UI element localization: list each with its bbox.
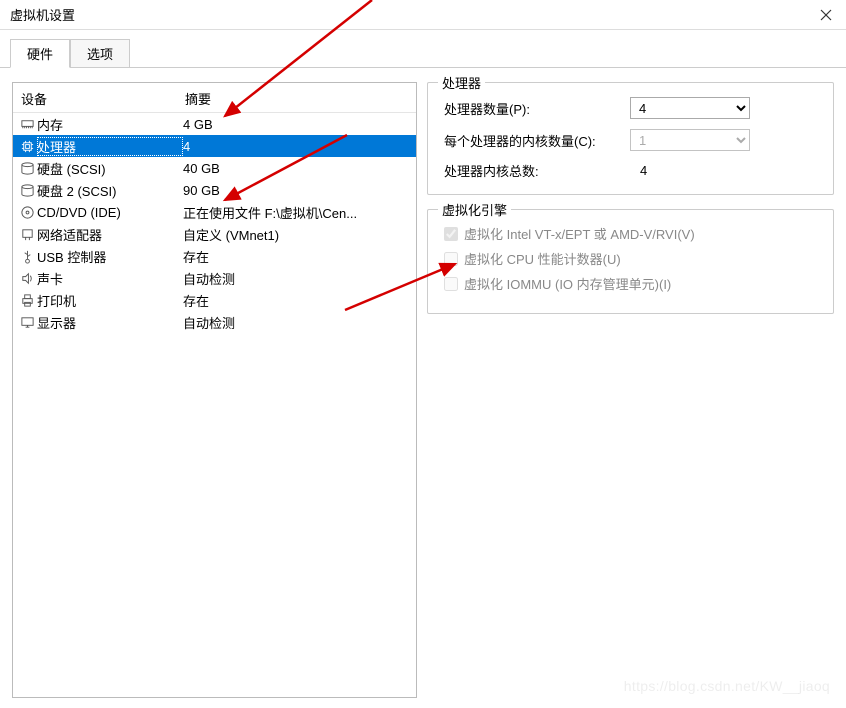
disk-icon xyxy=(17,161,37,176)
device-summary: 存在 xyxy=(183,247,410,266)
device-summary: 存在 xyxy=(183,291,410,310)
tab-options[interactable]: 选项 xyxy=(70,39,130,67)
device-name: 处理器 xyxy=(37,137,183,156)
processor-group-legend: 处理器 xyxy=(438,73,485,92)
processor-count-select[interactable]: 4 xyxy=(630,97,750,119)
device-name: 硬盘 2 (SCSI) xyxy=(37,181,183,200)
device-summary: 自动检测 xyxy=(183,269,410,288)
close-icon[interactable] xyxy=(816,5,836,25)
cores-per-processor-select[interactable]: 1 xyxy=(630,129,750,151)
device-row[interactable]: 网络适配器 自定义 (VMnet1) xyxy=(13,223,416,245)
device-row[interactable]: 打印机 存在 xyxy=(13,289,416,311)
device-row[interactable]: USB 控制器 存在 xyxy=(13,245,416,267)
device-summary: 自动检测 xyxy=(183,313,410,332)
disk-icon xyxy=(17,183,37,198)
tab-strip: 硬件 选项 xyxy=(0,38,846,68)
device-row[interactable]: CD/DVD (IDE) 正在使用文件 F:\虚拟机\Cen... xyxy=(13,201,416,223)
net-icon xyxy=(17,227,37,242)
total-cores-value: 4 xyxy=(630,163,750,178)
printer-icon xyxy=(17,293,37,308)
virt-iommu-checkbox[interactable] xyxy=(444,277,458,291)
device-name: CD/DVD (IDE) xyxy=(37,205,183,220)
total-cores-label: 处理器内核总数: xyxy=(444,161,630,180)
device-row[interactable]: 声卡 自动检测 xyxy=(13,267,416,289)
column-header-device: 设备 xyxy=(21,89,185,108)
sound-icon xyxy=(17,271,37,286)
virt-cpu-perf-checkbox[interactable] xyxy=(444,252,458,266)
virtualization-group: 虚拟化引擎 虚拟化 Intel VT-x/EPT 或 AMD-V/RVI(V) … xyxy=(427,209,834,314)
device-row[interactable]: 硬盘 (SCSI) 40 GB xyxy=(13,157,416,179)
virt-cpu-perf-label: 虚拟化 CPU 性能计数器(U) xyxy=(464,249,621,268)
device-summary: 4 xyxy=(183,139,410,154)
device-row[interactable]: 内存 4 GB xyxy=(13,113,416,135)
processor-count-label: 处理器数量(P): xyxy=(444,99,630,118)
device-name: 内存 xyxy=(37,115,183,134)
device-name: 硬盘 (SCSI) xyxy=(37,159,183,178)
column-header-summary: 摘要 xyxy=(185,89,410,108)
cores-per-processor-label: 每个处理器的内核数量(C): xyxy=(444,131,630,150)
device-summary: 4 GB xyxy=(183,117,410,132)
device-name: USB 控制器 xyxy=(37,247,183,266)
cd-icon xyxy=(17,205,37,220)
device-row[interactable]: 显示器 自动检测 xyxy=(13,311,416,333)
device-summary: 正在使用文件 F:\虚拟机\Cen... xyxy=(183,203,410,222)
window-title: 虚拟机设置 xyxy=(10,5,75,24)
device-summary: 90 GB xyxy=(183,183,410,198)
display-icon xyxy=(17,315,37,330)
usb-icon xyxy=(17,249,37,264)
virt-vt-checkbox[interactable] xyxy=(444,227,458,241)
device-name: 声卡 xyxy=(37,269,183,288)
processor-group: 处理器 处理器数量(P): 4 每个处理器的内核数量(C): 1 处理器内核总数… xyxy=(427,82,834,195)
virtualization-group-legend: 虚拟化引擎 xyxy=(438,200,511,219)
device-name: 打印机 xyxy=(37,291,183,310)
memory-icon xyxy=(17,117,37,132)
cpu-icon xyxy=(17,139,37,154)
device-summary: 40 GB xyxy=(183,161,410,176)
device-row[interactable]: 处理器 4 xyxy=(13,135,416,157)
virt-vt-label: 虚拟化 Intel VT-x/EPT 或 AMD-V/RVI(V) xyxy=(464,224,695,243)
device-name: 网络适配器 xyxy=(37,225,183,244)
device-name: 显示器 xyxy=(37,313,183,332)
device-list-panel: 设备 摘要 内存 4 GB 处理器 4 硬盘 (SCSI) 40 GB 硬盘 2… xyxy=(12,82,417,698)
tab-hardware[interactable]: 硬件 xyxy=(10,39,70,68)
device-row[interactable]: 硬盘 2 (SCSI) 90 GB xyxy=(13,179,416,201)
watermark: https://blog.csdn.net/KW__jiaoq xyxy=(624,678,830,694)
settings-panel: 处理器 处理器数量(P): 4 每个处理器的内核数量(C): 1 处理器内核总数… xyxy=(427,82,834,698)
virt-iommu-label: 虚拟化 IOMMU (IO 内存管理单元)(I) xyxy=(464,274,671,293)
device-summary: 自定义 (VMnet1) xyxy=(183,225,410,244)
